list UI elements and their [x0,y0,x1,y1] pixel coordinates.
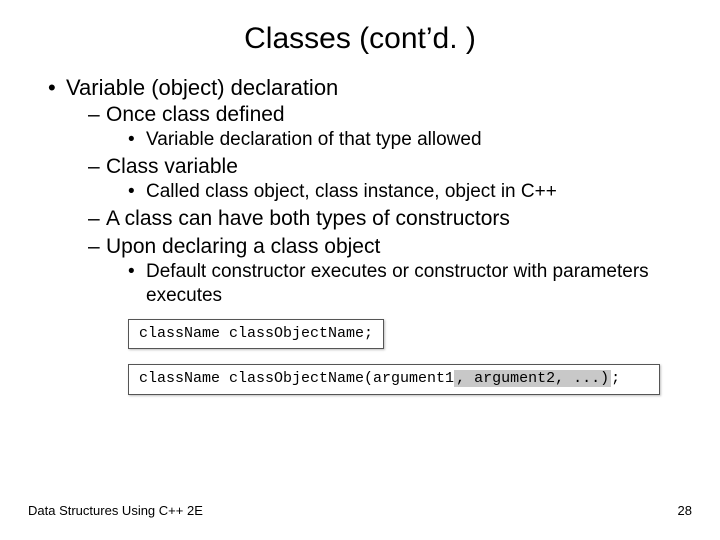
bullet-l3: Variable declaration of that type allowe… [128,128,672,152]
bullet-l2: Class variable Called class object, clas… [88,154,672,204]
bullet-text: Variable declaration of that type allowe… [146,129,482,150]
bullet-text: Once class defined [106,103,285,126]
code-box-1: className classObjectName; [128,319,384,350]
code-highlight: , argument2, ...) [454,370,611,387]
slide: Classes (cont’d. ) Variable (object) dec… [0,0,720,540]
bullet-l3: Default constructor executes or construc… [128,260,672,308]
code-text: className classObjectName(argument1 [139,370,454,387]
slide-content: Variable (object) declaration Once class… [0,64,720,407]
code-box-2: className classObjectName(argument1, arg… [128,364,660,395]
bullet-text: Upon declaring a class object [106,235,380,258]
bullet-text: A class can have both types of construct… [106,207,510,230]
slide-title: Classes (cont’d. ) [0,0,720,64]
bullet-text: Variable (object) declaration [66,75,338,100]
bullet-l2: Once class defined Variable declaration … [88,102,672,152]
bullet-l1: Variable (object) declaration Once class… [48,74,672,308]
code-examples: className classObjectName; className cla… [128,316,672,408]
bullet-l2: A class can have both types of construct… [88,206,672,232]
code-text: ; [611,370,620,387]
page-number: 28 [678,503,692,518]
bullet-l2: Upon declaring a class object Default co… [88,234,672,308]
code-text: className classObjectName; [139,325,373,342]
bullet-text: Class variable [106,155,238,178]
footer-source: Data Structures Using C++ 2E [28,503,203,518]
bullet-text: Default constructor executes or construc… [146,261,649,306]
bullet-text: Called class object, class instance, obj… [146,181,557,202]
bullet-l3: Called class object, class instance, obj… [128,180,672,204]
